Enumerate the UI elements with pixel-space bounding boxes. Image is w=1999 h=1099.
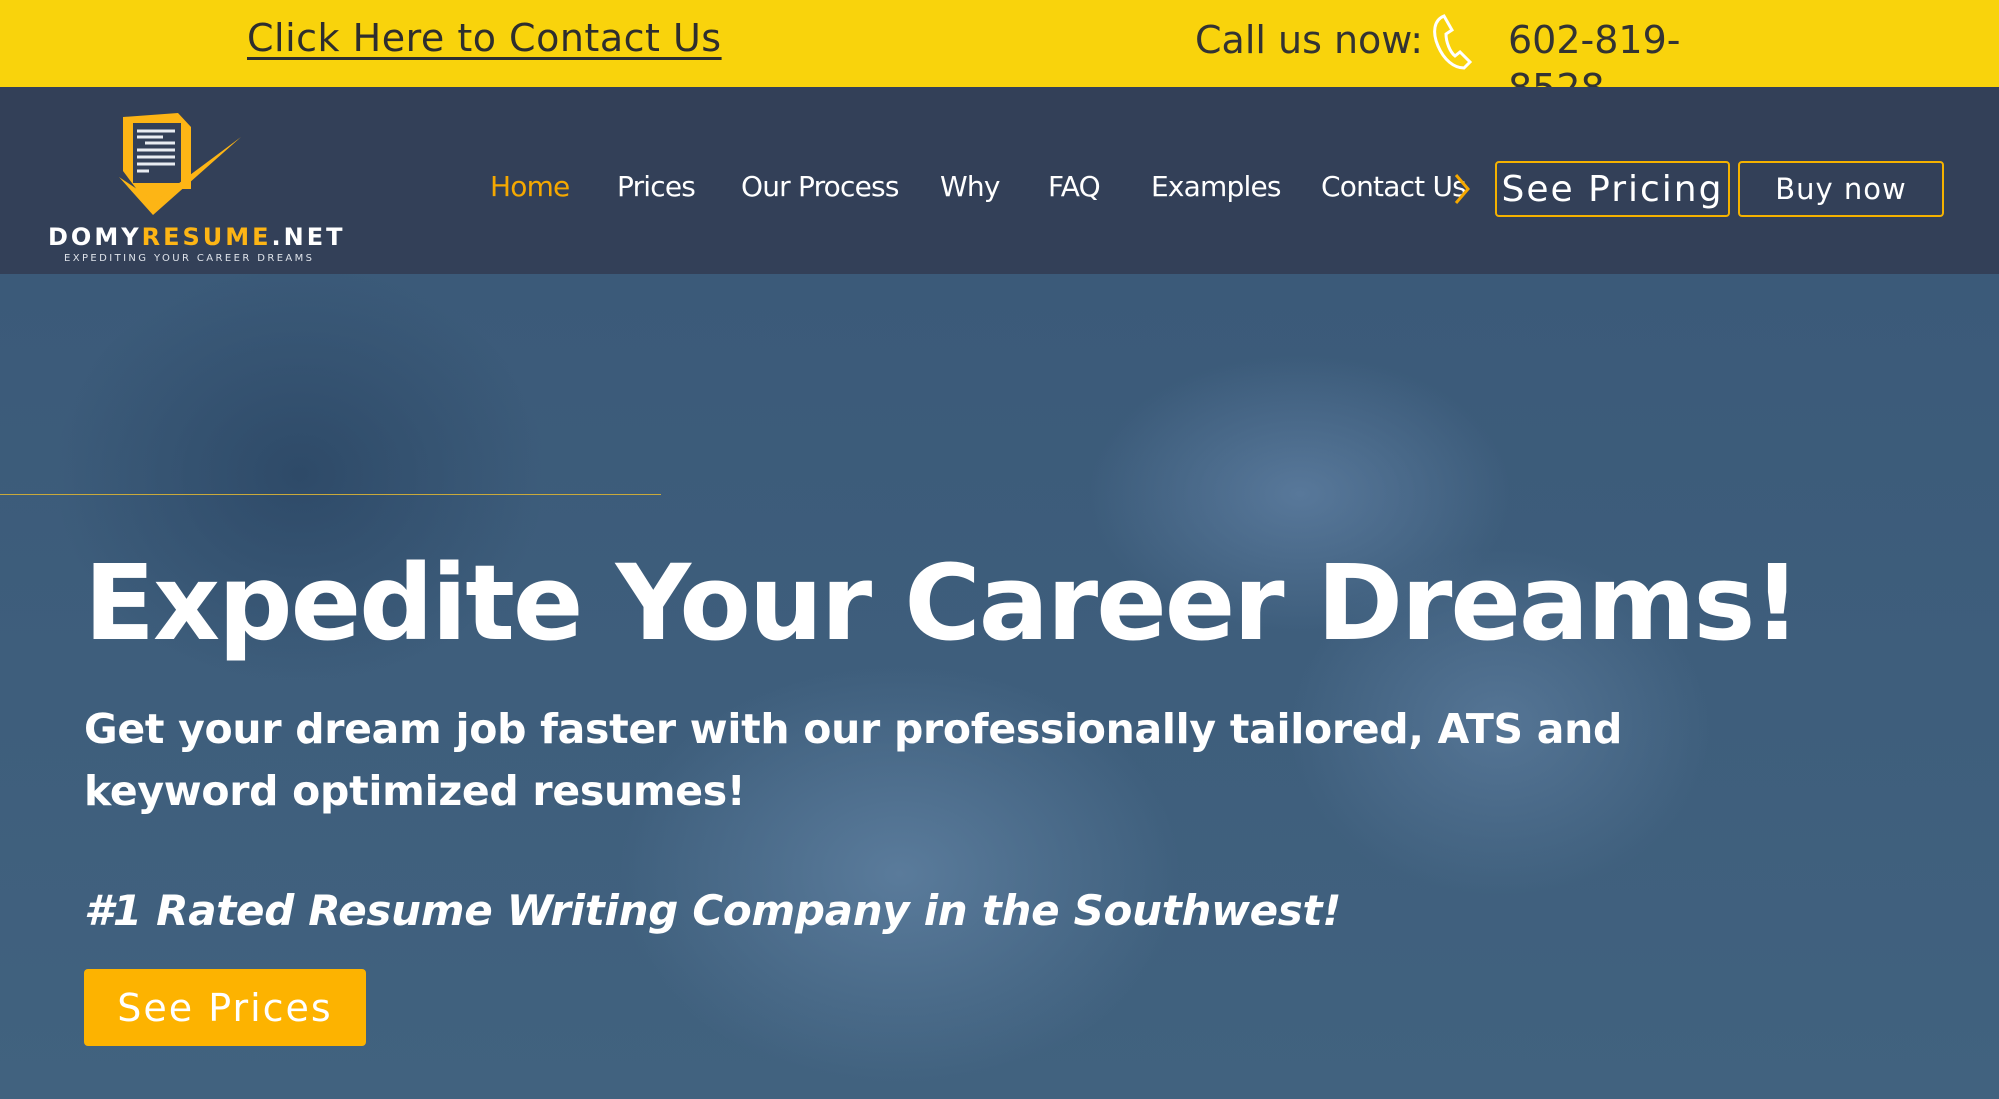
top-bar: Click Here to Contact Us Call us now: 60…	[0, 0, 1999, 87]
nav-faq[interactable]: FAQ	[1048, 170, 1101, 203]
nav-examples[interactable]: Examples	[1151, 170, 1281, 203]
buy-now-button[interactable]: Buy now	[1738, 161, 1944, 217]
hero-subtitle: Get your dream job faster with our profe…	[84, 705, 1623, 815]
nav-why[interactable]: Why	[940, 170, 1000, 203]
logo-tagline: EXPEDITING YOUR CAREER DREAMS	[64, 253, 315, 264]
hero-section: Expedite Your Career Dreams! Get your dr…	[0, 274, 1999, 1099]
chevron-right-icon[interactable]	[1452, 173, 1472, 205]
logo-document-check-icon	[119, 113, 241, 215]
nav-home[interactable]: Home	[490, 170, 570, 203]
nav-our-process[interactable]: Our Process	[741, 170, 899, 203]
logo[interactable]: DOMYRESUME.NET EXPEDITING YOUR CAREER DR…	[48, 109, 343, 264]
hero-title: Expedite Your Career Dreams!	[84, 542, 1801, 664]
nav-contact-us[interactable]: Contact Us	[1321, 170, 1467, 203]
hero-tagline: #1 Rated Resume Writing Company in the S…	[84, 886, 1342, 935]
hero-divider	[0, 494, 661, 495]
phone-icon	[1433, 14, 1473, 70]
logo-wordmark: DOMYRESUME.NET	[48, 223, 346, 251]
phone-number[interactable]: 602-819-8528	[1508, 16, 1708, 87]
nav-prices[interactable]: Prices	[617, 170, 696, 203]
main-nav: DOMYRESUME.NET EXPEDITING YOUR CAREER DR…	[0, 87, 1999, 274]
call-us-label: Call us now:	[1195, 18, 1424, 62]
see-prices-button[interactable]: See Prices	[84, 969, 366, 1046]
see-pricing-button[interactable]: See Pricing	[1495, 161, 1730, 217]
contact-us-link[interactable]: Click Here to Contact Us	[247, 16, 722, 60]
